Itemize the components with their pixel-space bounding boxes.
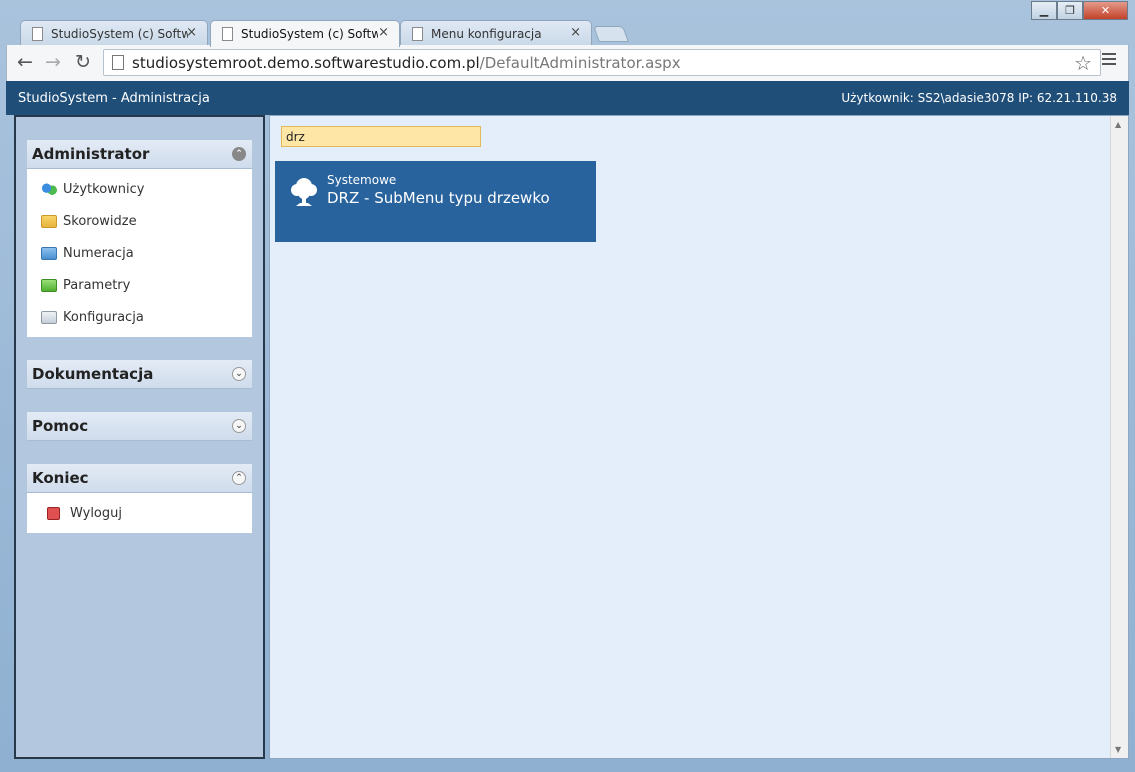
search-input[interactable] [281, 126, 481, 147]
sidebar-item-uzytkownicy[interactable]: Użytkownicy [27, 173, 252, 205]
page-icon [32, 27, 43, 41]
tab-close-icon[interactable]: × [378, 25, 389, 40]
panel-header[interactable]: Dokumentacja ⌄ [27, 360, 252, 389]
sidebar-item-label: Skorowidze [63, 213, 137, 229]
folder-blue-icon [41, 246, 57, 260]
sidebar-item-label: Numeracja [63, 245, 134, 261]
main-content: Systemowe DRZ - SubMenu typu drzewko ▲ ▼ [269, 115, 1129, 759]
url-host: studiosystemroot.demo.softwarestudio.com… [132, 53, 480, 72]
sidebar-item-numeracja[interactable]: Numeracja [27, 237, 252, 269]
expand-icon[interactable]: ⌄ [232, 419, 246, 433]
sidebar-item-parametry[interactable]: Parametry [27, 269, 252, 301]
tile-title: DRZ - SubMenu typu drzewko [327, 189, 550, 207]
tab-strip: StudioSystem (c) Software × Menu konfigu… [0, 0, 1135, 47]
sidebar-item-skorowidze[interactable]: Skorowidze [27, 205, 252, 237]
browser-window: StudioSystem (c) Software × Menu konfigu… [0, 0, 1135, 772]
tab-title: Menu konfiguracja [431, 26, 542, 41]
tab-title: StudioSystem (c) Software [51, 26, 188, 41]
app-header: StudioSystem - Administracja Użytkownik:… [6, 81, 1129, 115]
app-title: StudioSystem - Administracja [18, 90, 210, 106]
sidebar-item-label: Wyloguj [70, 505, 122, 521]
menu-tile-drz[interactable]: Systemowe DRZ - SubMenu typu drzewko [275, 161, 596, 242]
folder-gray-icon [41, 310, 57, 324]
maximize-button[interactable]: ❐ [1057, 1, 1083, 20]
window-close-button[interactable]: ✕ [1083, 1, 1128, 20]
panel-header[interactable]: Administrator ⌃ [27, 140, 252, 169]
sidebar: Administrator ⌃ Użytkownicy Skorowidze N… [14, 115, 265, 759]
panel-title: Administrator [32, 145, 150, 163]
collapse-icon[interactable]: ⌃ [232, 147, 246, 161]
bookmark-star-icon[interactable]: ☆ [1074, 51, 1092, 75]
logout-icon [47, 506, 60, 520]
sidebar-item-wyloguj[interactable]: Wyloguj [27, 497, 252, 529]
panel-koniec: Koniec ⌃ Wyloguj [27, 464, 252, 533]
panel-title: Dokumentacja [32, 365, 154, 383]
folder-green-icon [41, 278, 57, 292]
tile-category: Systemowe [327, 173, 397, 187]
tab-menu-konfiguracja[interactable]: Menu konfiguracja × [400, 20, 592, 46]
browser-menu-icon[interactable] [1102, 53, 1116, 68]
sidebar-item-label: Konfiguracja [63, 309, 144, 325]
tab-close-icon[interactable]: × [186, 25, 197, 40]
forward-icon[interactable]: → [45, 51, 61, 73]
panel-title: Koniec [32, 469, 89, 487]
panel-header[interactable]: Koniec ⌃ [27, 464, 252, 493]
scroll-up-icon[interactable]: ▲ [1115, 120, 1121, 129]
panel-title: Pomoc [32, 417, 89, 435]
page-icon [222, 27, 233, 41]
reload-icon[interactable]: ↻ [75, 51, 91, 73]
sidebar-item-label: Użytkownicy [63, 181, 145, 197]
users-icon [41, 182, 57, 196]
tab-studiosystem-active[interactable]: StudioSystem (c) Software × [210, 20, 400, 47]
folder-yellow-icon [41, 214, 57, 228]
address-bar[interactable]: studiosystemroot.demo.softwarestudio.com… [103, 49, 1101, 76]
tree-icon [291, 178, 317, 206]
page-icon [112, 55, 124, 70]
panel-header[interactable]: Pomoc ⌄ [27, 412, 252, 441]
vertical-scrollbar[interactable]: ▲ ▼ [1110, 116, 1128, 758]
panel-dokumentacja: Dokumentacja ⌄ [27, 360, 252, 389]
page-icon [412, 27, 423, 41]
panel-administrator: Administrator ⌃ Użytkownicy Skorowidze N… [27, 140, 252, 337]
back-icon[interactable]: ← [17, 51, 33, 73]
expand-icon[interactable]: ⌄ [232, 367, 246, 381]
tab-studiosystem-1[interactable]: StudioSystem (c) Software × [20, 20, 208, 46]
browser-toolbar: ← → ↻ studiosystemroot.demo.softwarestud… [6, 45, 1129, 81]
tab-close-icon[interactable]: × [570, 25, 581, 40]
panel-pomoc: Pomoc ⌄ [27, 412, 252, 441]
user-info: Użytkownik: SS2\adasie3078 IP: 62.21.110… [841, 91, 1117, 105]
minimize-button[interactable]: ▁ [1031, 1, 1057, 20]
tab-title: StudioSystem (c) Software [241, 27, 378, 41]
sidebar-item-label: Parametry [63, 277, 131, 293]
sidebar-item-konfiguracja[interactable]: Konfiguracja [27, 301, 252, 333]
collapse-icon[interactable]: ⌃ [232, 471, 246, 485]
url-path: /DefaultAdministrator.aspx [479, 53, 681, 72]
scroll-down-icon[interactable]: ▼ [1115, 745, 1121, 754]
new-tab-button[interactable] [593, 26, 629, 42]
